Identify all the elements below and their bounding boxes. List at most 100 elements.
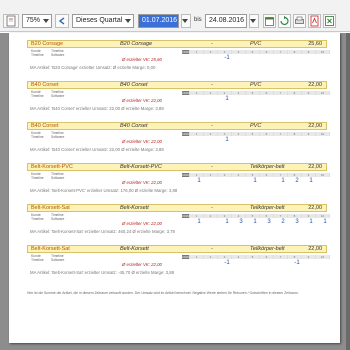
mini-label-a: Kunde Timeline — [31, 254, 44, 262]
grid-cell: 1 — [190, 255, 204, 259]
avg-price-label: Ø erzielter VK: 22,00 — [122, 98, 162, 103]
grid-cell: 9 — [302, 91, 316, 95]
article-dash: - — [211, 164, 213, 170]
quantity-cell — [318, 260, 332, 266]
quantity-cell — [220, 178, 234, 184]
grid-cell: 4 — [232, 91, 246, 95]
refresh-button[interactable] — [278, 14, 291, 28]
article-detail: Kunde Timeline Timeline Software Ø erzie… — [27, 130, 330, 145]
chevron-down-icon — [125, 19, 131, 23]
quantity-cell — [206, 55, 220, 61]
article-price: 22,00 — [308, 123, 322, 129]
grid-cell: 10 — [316, 255, 330, 259]
quantity-cell — [234, 96, 248, 102]
avg-price-label: Ø erzielter VK: 22,00 — [122, 221, 162, 226]
article-footer: MA Artikel: 'B40 Corset' erzielter Umsat… — [30, 106, 164, 111]
report-viewport[interactable]: B20 Corsage B20 Corsage - PVC 25,60 Kund… — [0, 33, 350, 350]
article-footer: MA Artikel: 'Belt-Korsett-Sat' erzielter… — [30, 229, 175, 234]
month-header-row: 2016 1 2 3 4 5 6 7 8 9 10 — [182, 255, 330, 259]
pdf-export-button[interactable] — [308, 14, 321, 28]
quantity-cell — [318, 178, 332, 184]
article-header[interactable]: B40 Corset B40 Corset - PVC 22,00 — [27, 122, 327, 130]
grid-cell: 1 — [190, 132, 204, 136]
quantity-cell — [290, 137, 304, 143]
article-material: Teilkörper-belt — [250, 205, 285, 211]
article-material: Teilkörper-belt — [250, 164, 285, 170]
grid-cell: 6 — [260, 91, 274, 95]
quantity-cell: 3 — [295, 219, 299, 225]
date-to-field[interactable]: 24.08.2016 — [205, 14, 247, 28]
quantity-cell — [304, 137, 318, 143]
article-price: 25,60 — [308, 41, 322, 47]
article-footer: MA Artikel: 'B40 Corset' erzielter Umsat… — [30, 147, 164, 152]
quantity-cell: 1 — [197, 219, 201, 225]
grid-cell: 8 — [288, 255, 302, 259]
avg-price-label: Ø erzielter VK: 22,00 — [122, 139, 162, 144]
article-header[interactable]: Belt-Korsett-PVC Belt-Korsett-PVC - Teil… — [27, 163, 327, 171]
date-from-picker-button[interactable] — [181, 14, 191, 28]
quantity-cell — [234, 55, 248, 61]
quantity-cell — [192, 96, 206, 102]
quantity-cell — [262, 137, 276, 143]
article-price: 22,00 — [308, 82, 322, 88]
quantity-cell: -1 — [224, 260, 230, 266]
quantity-cell: 2 — [281, 219, 285, 225]
quantity-cell: 1 — [253, 178, 257, 184]
refresh-icon — [280, 15, 289, 26]
article-block: Belt-Korsett-Sat Belt-Korsett - Teilkörp… — [27, 204, 330, 237]
article-price: 22,00 — [308, 164, 322, 170]
grid-cell: 10 — [316, 132, 330, 136]
article-header[interactable]: Belt-Korsett-Sat Belt-Korsett - Teilkörp… — [27, 245, 327, 253]
month-header-row: 2016 1 2 3 4 5 6 7 8 9 10 — [182, 132, 330, 136]
date-from-field[interactable]: 01.07.2016 — [138, 14, 179, 28]
excel-export-button[interactable] — [323, 14, 336, 28]
grid-cell: 9 — [302, 50, 316, 54]
avg-price-label: Ø erzielter VK: 25,60 — [122, 57, 162, 62]
mini-label-a: Kunde Timeline — [31, 172, 44, 180]
grid-cell: 5 — [246, 173, 260, 177]
quantity-cell: -1 — [294, 260, 300, 266]
grid-cell: 8 — [288, 214, 302, 218]
grid-cell: 3 — [218, 50, 232, 54]
quantity-cell: 1 — [197, 178, 201, 184]
nav-back-button[interactable] — [55, 14, 69, 28]
vertical-scrollbar[interactable] — [346, 33, 350, 350]
print-button[interactable] — [293, 14, 306, 28]
grid-cell: 7 — [274, 91, 288, 95]
calendar-button[interactable] — [263, 14, 276, 28]
toolbar: 75% Dieses Quartal 01.07.2016 bis 24.08.… — [0, 0, 350, 32]
grid-cell: 9 — [302, 173, 316, 177]
quantity-cell — [276, 55, 290, 61]
article-header[interactable]: B40 Corset B40 Corset - PVC 22,00 — [27, 81, 327, 89]
quantity-cell: 2 — [295, 178, 299, 184]
zoom-select[interactable]: 75% — [22, 14, 52, 28]
quantity-cell: 1 — [323, 219, 327, 225]
article-price: 22,00 — [308, 246, 322, 252]
grid-cell: 10 — [316, 173, 330, 177]
article-material: PVC — [250, 123, 262, 129]
period-select[interactable]: Dieses Quartal — [72, 14, 134, 28]
article-header[interactable]: Belt-Korsett-Sat Belt-Korsett - Teilkörp… — [27, 204, 327, 212]
article-detail: Kunde Timeline Timeline Software Ø erzie… — [27, 212, 330, 227]
grid-cell: 3 — [218, 214, 232, 218]
grid-cell: 5 — [246, 50, 260, 54]
grid-cell: 3 — [218, 91, 232, 95]
article-footer: MA Artikel: 'B20 Corsage' erzielter Umsa… — [30, 65, 156, 70]
quantity-cell — [262, 55, 276, 61]
article-name: B20 Corsage — [120, 41, 153, 47]
print-preview-button[interactable] — [3, 14, 19, 28]
article-dash: - — [211, 41, 213, 47]
quantity-cell — [248, 137, 262, 143]
grid-cell: 1 — [190, 214, 204, 218]
article-header[interactable]: B20 Corsage B20 Corsage - PVC 25,60 — [27, 40, 327, 48]
grid-cell: 2 — [204, 173, 218, 177]
grid-cell: 5 — [246, 214, 260, 218]
mini-label-a: Kunde Timeline — [31, 213, 44, 221]
grid-cell: 2016 — [182, 91, 190, 95]
grid-cell: 5 — [246, 255, 260, 259]
article-code: B20 Corsage — [31, 41, 64, 47]
date-to-picker-button[interactable] — [249, 14, 259, 28]
grid-cell: 7 — [274, 50, 288, 54]
grid-cell: 8 — [288, 132, 302, 136]
article-block: B20 Corsage B20 Corsage - PVC 25,60 Kund… — [27, 40, 330, 73]
